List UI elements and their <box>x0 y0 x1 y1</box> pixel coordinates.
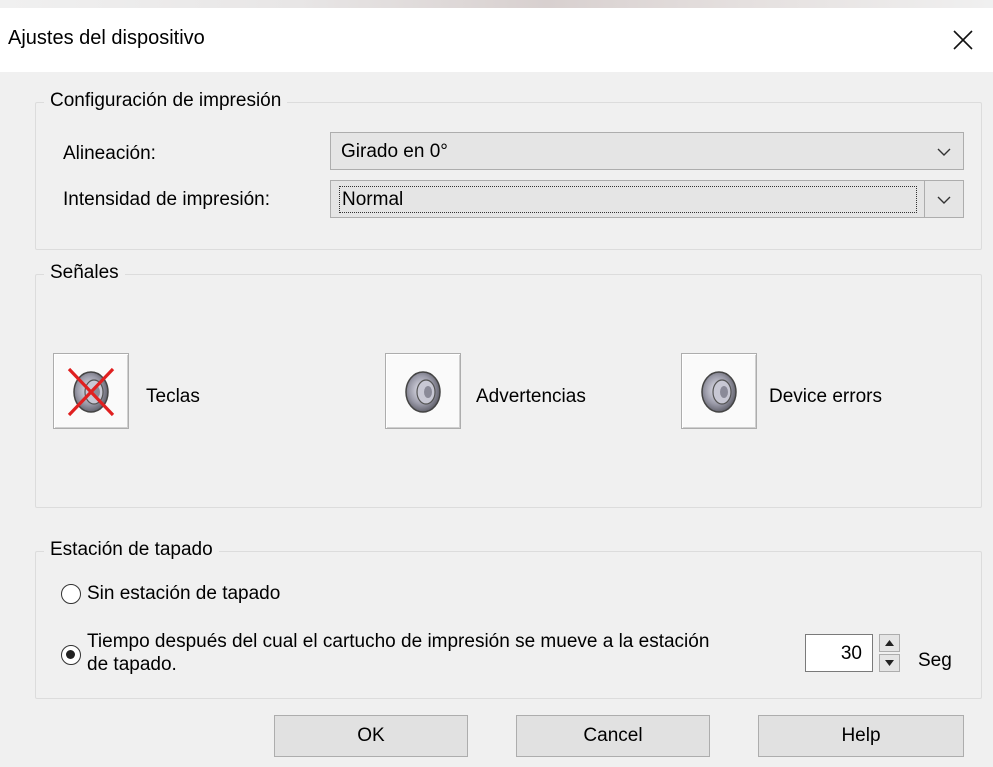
capping-legend: Estación de tapado <box>44 539 219 561</box>
radio-selected-dot <box>66 650 75 659</box>
device-errors-label: Device errors <box>769 386 882 407</box>
seconds-up-button[interactable] <box>879 634 900 652</box>
no-capping-radio[interactable] <box>61 584 81 604</box>
capping-group: Estación de tapado <box>35 539 982 699</box>
close-button[interactable] <box>933 12 993 68</box>
keys-label: Teclas <box>146 386 200 407</box>
warnings-label: Advertencias <box>476 386 586 407</box>
triangle-up-icon <box>885 640 894 646</box>
seconds-unit-label: Seg <box>918 650 952 671</box>
seconds-input[interactable]: 30 <box>805 634 873 672</box>
no-capping-label[interactable]: Sin estación de tapado <box>87 583 280 605</box>
keys-sound-button[interactable] <box>53 353 129 429</box>
close-icon <box>953 30 973 50</box>
alignment-value: Girado en 0° <box>341 141 448 162</box>
alignment-label: Alineación: <box>63 143 156 164</box>
ok-button[interactable]: OK <box>274 715 468 757</box>
capping-time-label-line2[interactable]: de tapado. <box>87 654 177 676</box>
capping-time-radio[interactable] <box>61 645 81 665</box>
help-button[interactable]: Help <box>758 715 964 757</box>
intensity-label: Intensidad de impresión: <box>63 189 271 210</box>
print-config-legend: Configuración de impresión <box>44 90 288 112</box>
alignment-dropdown[interactable]: Girado en 0° <box>330 132 964 170</box>
speaker-icon <box>701 371 737 413</box>
capping-time-label-line1[interactable]: Tiempo después del cual el cartucho de i… <box>87 631 709 653</box>
chevron-down-icon <box>931 139 957 165</box>
cancel-button[interactable]: Cancel <box>516 715 710 757</box>
signals-legend: Señales <box>44 262 125 284</box>
dropdown-separator <box>924 181 925 217</box>
speaker-muted-icon <box>67 367 115 417</box>
intensity-dropdown[interactable]: Normal <box>330 180 964 218</box>
chevron-down-icon <box>931 187 957 213</box>
warnings-sound-button[interactable] <box>385 353 461 429</box>
title-bar-strip <box>0 0 993 8</box>
title-bar: Ajustes del dispositivo <box>0 0 993 72</box>
intensity-value: Normal <box>339 186 917 213</box>
dialog-title: Ajustes del dispositivo <box>8 27 205 49</box>
print-config-group: Configuración de impresión <box>35 90 982 250</box>
triangle-down-icon <box>885 660 894 666</box>
speaker-icon <box>405 371 441 413</box>
device-errors-sound-button[interactable] <box>681 353 757 429</box>
seconds-down-button[interactable] <box>879 654 900 672</box>
